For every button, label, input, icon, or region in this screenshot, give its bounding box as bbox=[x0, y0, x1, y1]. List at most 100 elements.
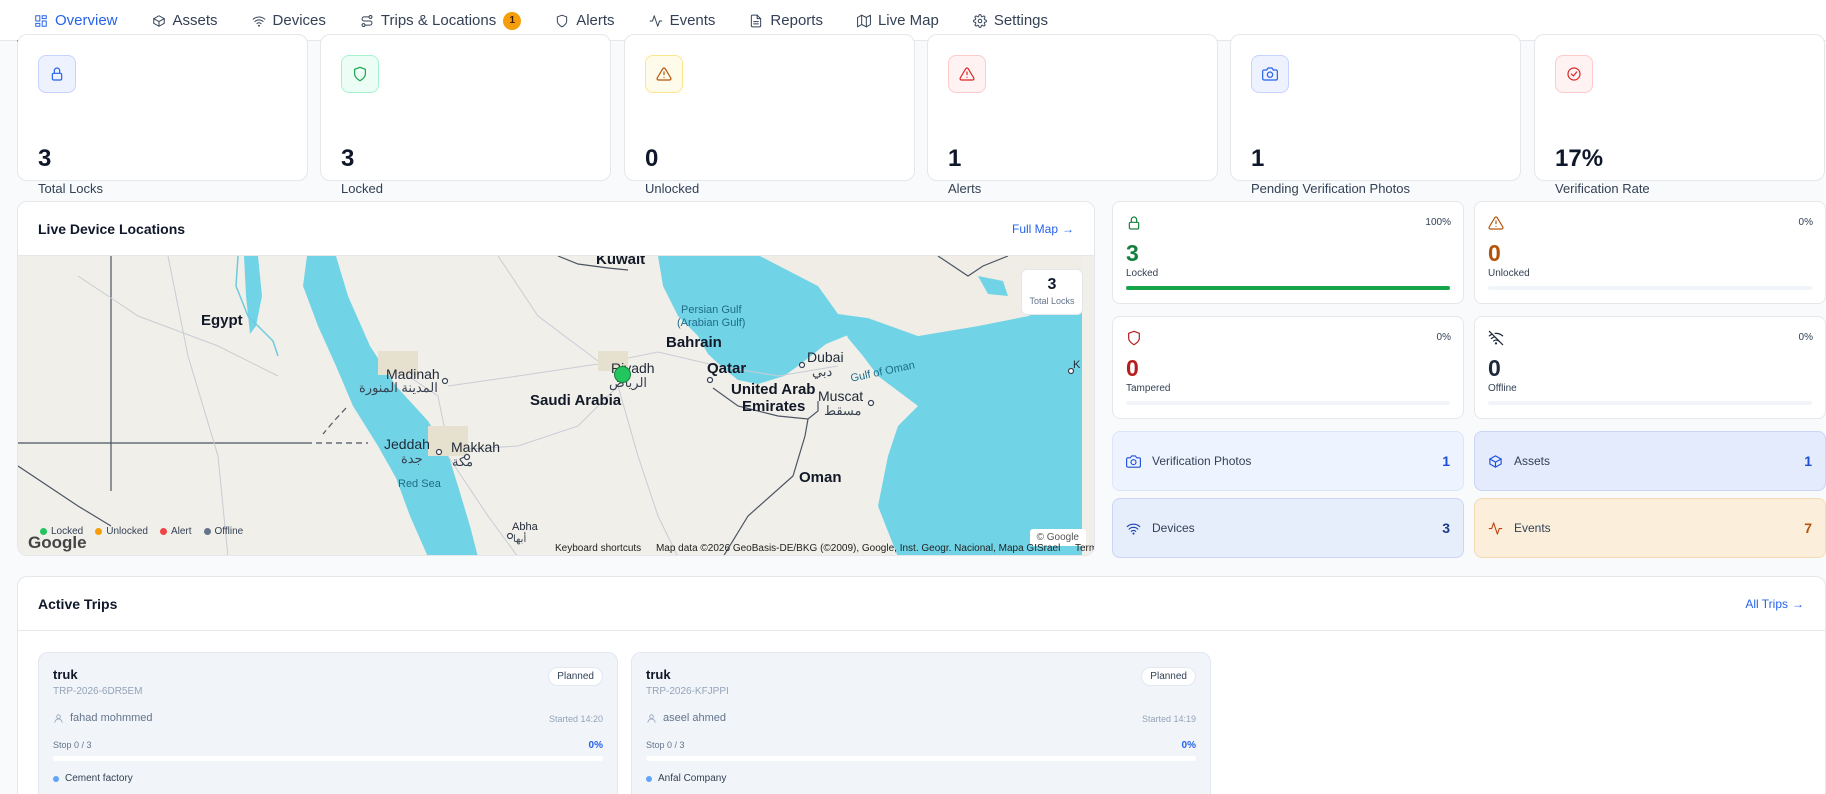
tab-label: Overview bbox=[55, 12, 118, 29]
quick-label: Verification Photos bbox=[1152, 454, 1252, 468]
status-value: 0 bbox=[1488, 240, 1501, 266]
all-trips-label: All Trips bbox=[1745, 596, 1788, 611]
destination-dot bbox=[646, 775, 652, 782]
status-card-offline: 0% 0 Offline bbox=[1474, 316, 1826, 419]
stat-card-alerts: 1 Alerts bbox=[927, 34, 1218, 196]
map-label: Makkah bbox=[451, 439, 501, 455]
status-progress-bar bbox=[1126, 286, 1450, 290]
status-card-unlocked: 0% 0 Unlocked bbox=[1474, 201, 1826, 304]
trip-stop-count: Stop 0 / 3 bbox=[646, 740, 685, 750]
activity-icon bbox=[1488, 521, 1503, 535]
map-label: Kuwait bbox=[596, 256, 646, 268]
legend-item-locked: Locked bbox=[40, 526, 83, 537]
camera-icon bbox=[1126, 454, 1141, 468]
trip-driver: aseel ahmed bbox=[646, 712, 726, 724]
driver-name: fahad mohmmed bbox=[70, 712, 153, 724]
tab-label: Live Map bbox=[877, 12, 939, 29]
tab-label: Trips & Locations bbox=[380, 12, 497, 29]
full-map-label: Full Map bbox=[1011, 221, 1058, 236]
status-progress-bar bbox=[1488, 401, 1812, 405]
legend-dot bbox=[95, 527, 103, 535]
gear-icon bbox=[972, 13, 987, 28]
map-label: Muscat bbox=[818, 388, 864, 404]
destination-name: Cement factory bbox=[65, 773, 133, 784]
dashboard-icon bbox=[35, 14, 47, 27]
stat-label: Total Locks bbox=[38, 181, 104, 196]
status-value: 0 bbox=[1488, 355, 1501, 381]
total-locks-label: Total Locks bbox=[1029, 296, 1075, 306]
box-icon bbox=[152, 14, 165, 27]
user-icon bbox=[54, 713, 63, 723]
trip-name: truk bbox=[53, 667, 78, 682]
map-label: Saudi Arabia bbox=[530, 392, 622, 409]
all-trips-link[interactable]: All Trips → bbox=[1745, 597, 1804, 611]
arrow-right-icon: → bbox=[1792, 596, 1804, 611]
quick-card-assets[interactable]: Assets 1 bbox=[1474, 431, 1826, 491]
status-progress-bar bbox=[1126, 401, 1450, 405]
user-icon bbox=[647, 713, 656, 723]
quick-card-devices[interactable]: Devices 3 bbox=[1112, 498, 1464, 558]
map-label: المدينة المنورة bbox=[359, 380, 438, 395]
panel-title: Active Trips bbox=[38, 595, 118, 612]
quick-label: Events bbox=[1514, 521, 1551, 535]
arrow-right-icon: → bbox=[1062, 221, 1074, 236]
status-progress-bar bbox=[1488, 286, 1812, 290]
trip-card[interactable]: truk TRP-2026-6DR5EM Planned fahad mohmm… bbox=[38, 652, 618, 794]
trip-status-badge: Planned bbox=[1141, 667, 1196, 686]
stat-value: 0 bbox=[645, 145, 659, 172]
status-percent: 0% bbox=[1798, 217, 1813, 228]
map-attribution: Keyboard shortcuts Map data ©2026 GeoBas… bbox=[555, 543, 1094, 554]
map-label: جدة bbox=[401, 451, 423, 466]
trip-id: TRP-2026-6DR5EM bbox=[53, 686, 143, 697]
status-label: Unlocked bbox=[1488, 268, 1530, 279]
trip-destination: Cement factory bbox=[53, 773, 133, 784]
full-map-link[interactable]: Full Map → bbox=[1012, 222, 1074, 236]
stat-value: 17% bbox=[1555, 145, 1604, 172]
trip-progress-percent: 0% bbox=[588, 740, 603, 751]
driver-name: aseel ahmed bbox=[663, 712, 726, 724]
status-card-locked: 100% 3 Locked bbox=[1112, 201, 1464, 304]
destination-dot bbox=[53, 775, 59, 782]
map-view[interactable]: Kuwait Egypt Persian Gulf (Arabian Gulf)… bbox=[18, 256, 1094, 555]
legend-label: Alert bbox=[170, 526, 192, 537]
keyboard-shortcuts-link[interactable]: Keyboard shortcuts bbox=[555, 543, 641, 554]
warning-icon bbox=[645, 55, 683, 93]
status-value: 3 bbox=[1126, 240, 1139, 266]
trip-stop-count: Stop 0 / 3 bbox=[53, 740, 92, 750]
quick-value: 7 bbox=[1804, 520, 1812, 536]
status-percent: 100% bbox=[1425, 217, 1451, 228]
legend-item-alert: Alert bbox=[159, 526, 192, 537]
alert-icon bbox=[948, 55, 986, 93]
legend-dot bbox=[159, 527, 167, 535]
status-percent: 0% bbox=[1798, 332, 1813, 343]
terms-link[interactable]: Terms bbox=[1075, 543, 1094, 554]
map-label: مسقط bbox=[824, 403, 862, 418]
status-value: 0 bbox=[1126, 355, 1139, 381]
trip-progress-bar bbox=[53, 756, 603, 761]
legend-item-offline: Offline bbox=[203, 526, 243, 537]
stat-label: Unlocked bbox=[645, 181, 700, 196]
stat-label: Alerts bbox=[948, 181, 982, 196]
trip-card[interactable]: truk TRP-2026-KFJPPI Planned aseel ahmed… bbox=[631, 652, 1211, 794]
quick-card-verification-photos[interactable]: Verification Photos 1 bbox=[1112, 431, 1464, 491]
quick-value: 1 bbox=[1804, 453, 1812, 469]
map-label: Persian Gulf bbox=[681, 304, 742, 316]
stat-label: Pending Verification Photos bbox=[1251, 181, 1410, 196]
map-label: Qatar bbox=[707, 360, 747, 377]
stat-card-pending-photos: 1 Pending Verification Photos bbox=[1230, 34, 1521, 196]
trip-driver: fahad mohmmed bbox=[53, 712, 153, 724]
total-locks-overlay: 3 Total Locks bbox=[1021, 269, 1083, 315]
panel-header: Active Trips All Trips → bbox=[18, 577, 1825, 631]
stat-card-total-locks: 3 Total Locks bbox=[17, 34, 308, 196]
activity-icon bbox=[649, 14, 662, 27]
status-progress-fill bbox=[1126, 286, 1450, 290]
trip-progress-percent: 0% bbox=[1181, 740, 1196, 751]
stat-card-verification-rate: 17% Verification Rate bbox=[1534, 34, 1825, 196]
map-label: Oman bbox=[799, 469, 842, 486]
warning-icon bbox=[1488, 215, 1504, 231]
map-label: Emirates bbox=[742, 398, 806, 415]
trip-progress-bar bbox=[646, 756, 1196, 761]
status-label: Offline bbox=[1488, 383, 1517, 394]
quick-card-events[interactable]: Events 7 bbox=[1474, 498, 1826, 558]
device-marker-locked[interactable] bbox=[614, 366, 631, 383]
